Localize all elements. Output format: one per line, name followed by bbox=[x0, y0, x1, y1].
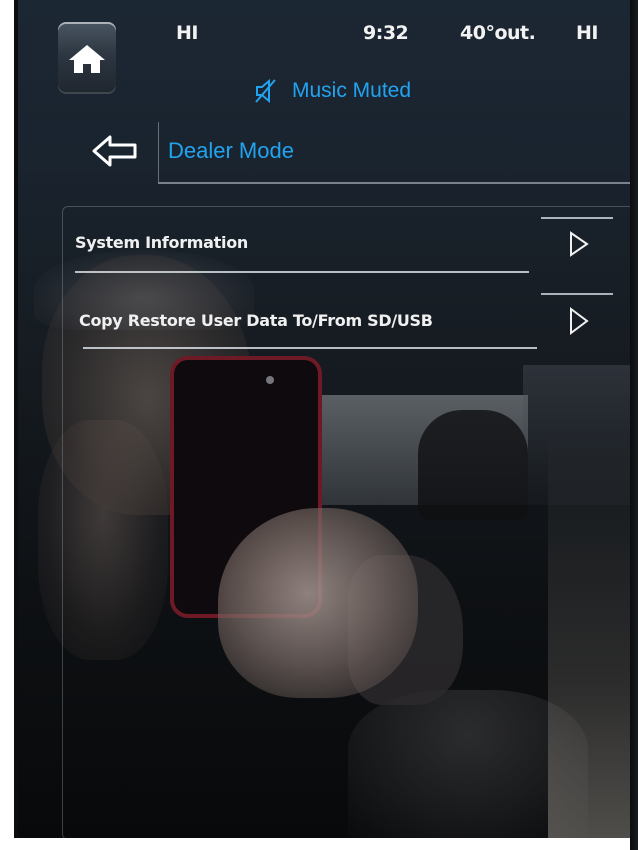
outside-temperature: 40°out. bbox=[460, 22, 536, 44]
header-divider bbox=[158, 182, 638, 184]
page-header: Dealer Mode bbox=[70, 122, 638, 186]
menu-panel: System Information Copy Restore User Dat… bbox=[62, 206, 638, 838]
chevron-right-icon bbox=[570, 231, 589, 257]
chevron-right-icon bbox=[570, 307, 589, 335]
menu-item-label: Copy Restore User Data To/From SD/USB bbox=[79, 311, 433, 330]
music-muted-label: Music Muted bbox=[292, 79, 412, 102]
status-bar: HI 9:32 40°out. HI bbox=[18, 22, 638, 52]
menu-item-label: System Information bbox=[75, 233, 248, 252]
audio-status: Music Muted bbox=[254, 76, 411, 106]
back-arrow-icon bbox=[92, 135, 137, 167]
clock: 9:32 bbox=[363, 22, 409, 44]
driver-temperature[interactable]: HI bbox=[176, 22, 198, 44]
back-button[interactable] bbox=[70, 122, 159, 182]
menu-item-copy-restore-user-data[interactable]: Copy Restore User Data To/From SD/USB bbox=[63, 285, 638, 355]
infotainment-screen: HI 9:32 40°out. HI Music Muted Dealer Mo… bbox=[14, 0, 638, 838]
divider bbox=[75, 271, 529, 273]
menu-item-system-information[interactable]: System Information bbox=[63, 207, 638, 277]
muted-speaker-icon bbox=[255, 78, 276, 104]
photo-frame: HI 9:32 40°out. HI Music Muted Dealer Mo… bbox=[0, 0, 638, 850]
passenger-temperature[interactable]: HI bbox=[576, 22, 598, 44]
screen-bezel bbox=[630, 0, 638, 850]
page-title: Dealer Mode bbox=[168, 138, 294, 163]
divider bbox=[83, 347, 537, 349]
